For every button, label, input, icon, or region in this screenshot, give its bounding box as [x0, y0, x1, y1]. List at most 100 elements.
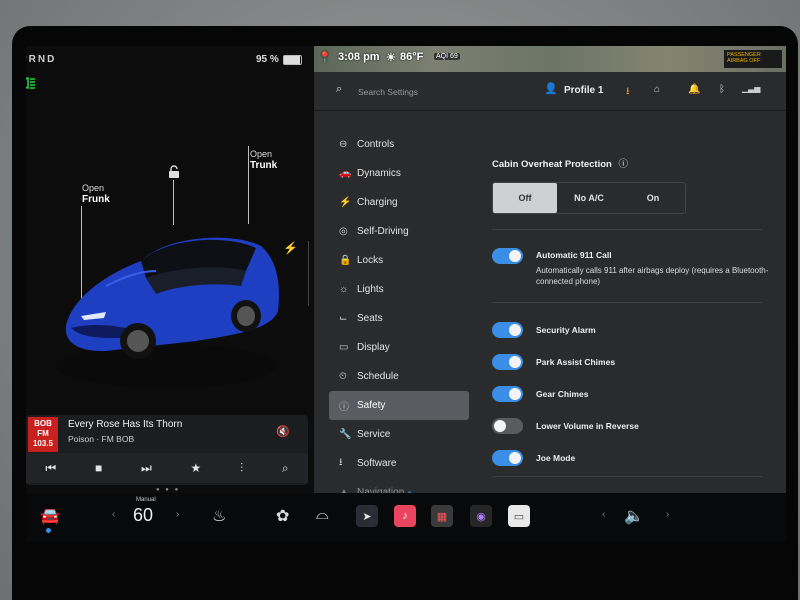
lower-volume-in-reverse-label: Lower Volume in Reverse [536, 421, 639, 431]
battery-percent: 95 % [256, 54, 279, 65]
fan-icon[interactable]: ✿ [276, 506, 289, 526]
unlock-icon[interactable] [167, 165, 181, 182]
menu-item-label: Schedule [357, 371, 399, 382]
menu-item-safety[interactable]: ⓘ Safety [329, 391, 469, 420]
clock-icon: ⏲ [339, 371, 347, 382]
menu-item-label: Service [357, 429, 391, 440]
volume-up-chevron[interactable]: › [666, 509, 669, 520]
pin-icon: 📍 [318, 52, 332, 64]
joe-mode-toggle[interactable] [492, 450, 523, 466]
temperature-setting[interactable]: 60 [133, 505, 153, 526]
toggle-knob [509, 452, 521, 464]
toggle-knob [509, 356, 521, 368]
cabin-option-on[interactable]: On [621, 183, 685, 213]
homelink-icon[interactable]: ⌂ [654, 84, 660, 95]
toggle-knob [509, 324, 521, 336]
steering-wheel-icon: ◎ [339, 226, 348, 237]
menu-item-label: Lights [357, 284, 384, 295]
frunk-open-label: Open [82, 183, 105, 193]
menu-item-label: Locks [357, 255, 384, 266]
menu-item-controls[interactable]: ⊖ Controls [329, 130, 469, 159]
menu-item-seats[interactable]: ⌙ Seats [329, 304, 469, 333]
menu-item-service[interactable]: 🔧 Service [329, 420, 469, 449]
menu-item-locks[interactable]: 🔒 Locks [329, 246, 469, 275]
menu-item-schedule[interactable]: ⏲ Schedule [329, 362, 469, 391]
menu-item-dynamics[interactable]: 🚗 Dynamics [329, 159, 469, 188]
temp-up-chevron[interactable]: › [176, 509, 179, 520]
download-update-icon[interactable]: ⭳ [626, 84, 630, 101]
open-trunk-button[interactable]: Open Trunk [250, 148, 277, 172]
seat-icon: ⌙ [339, 313, 348, 324]
lte-signal-icon: ▁▃▅ [742, 84, 761, 93]
bottom-dock: 🚘 ‹ Manual 60 › ♨ ✿ ⌓ ➤ ♪ ▦ ◉ ▭ ‹ 🔈 › [26, 493, 786, 541]
mute-icon[interactable]: 🔇 [276, 425, 290, 438]
song-title: Every Rose Has Its Thorn [68, 419, 183, 430]
toggle-knob [494, 420, 506, 432]
header-divider [314, 110, 786, 111]
wrench-icon: 🔧 [339, 429, 352, 440]
search-settings-input[interactable] [356, 84, 490, 100]
stop-icon[interactable]: ■ [95, 461, 102, 475]
map-status-bar: 📍 3:08 pm ☀ 86°F AQI 69 PASSENGER AIRBAG… [314, 46, 786, 72]
trunk-pointer-line [248, 146, 249, 224]
lock-icon: 🔒 [339, 255, 352, 266]
favorite-star-icon[interactable]: ★ [191, 461, 202, 475]
menu-item-software[interactable]: ⭳ Software [329, 449, 469, 478]
equalizer-icon[interactable]: ⫶ [240, 461, 243, 476]
menu-item-lights[interactable]: ☼ Lights [329, 275, 469, 304]
passenger-airbag-status: PASSENGER AIRBAG OFF [724, 50, 782, 68]
menu-item-display[interactable]: ▭ Display [329, 333, 469, 362]
section-divider [492, 229, 762, 230]
menu-item-label: Display [357, 342, 390, 353]
settings-panel: 📍 3:08 pm ☀ 86°F AQI 69 PASSENGER AIRBAG… [314, 46, 786, 498]
media-player[interactable]: BOB FM 103.5 Every Rose Has Its Thorn Po… [26, 415, 308, 485]
volume-icon[interactable]: 🔈 [624, 506, 644, 526]
search-media-icon[interactable]: ⌕ [282, 461, 289, 476]
cabin-option-off[interactable]: Off [493, 183, 557, 213]
outside-temp: 86°F [400, 51, 424, 63]
notes-app-icon[interactable]: ▭ [508, 505, 530, 527]
toggle-knob [509, 388, 521, 400]
profile-name[interactable]: Profile 1 [564, 85, 603, 96]
park-assist-chimes-toggle[interactable] [492, 354, 523, 370]
security-alarm-toggle[interactable] [492, 322, 523, 338]
windshield-defrost-icon[interactable]: ⌓ [316, 506, 329, 524]
navigation-app-icon[interactable]: ➤ [356, 505, 378, 527]
apps-launcher-icon[interactable]: ▦ [431, 505, 453, 527]
car-icon: 🚗 [339, 168, 352, 179]
safety-content: Cabin Overheat Protection ⓘ [492, 156, 762, 170]
joe-mode-label: Joe Mode [536, 453, 576, 463]
bluetooth-icon[interactable]: ᛒ [719, 84, 725, 95]
toggle-knob [509, 250, 521, 262]
battery-fill [284, 56, 301, 64]
lower-volume-in-reverse-toggle[interactable] [492, 418, 523, 434]
gear-chimes-toggle[interactable] [492, 386, 523, 402]
menu-item-label: Seats [357, 313, 383, 324]
cabin-option-no-a-c[interactable]: No A/C [557, 183, 621, 213]
sun-icon: ☼ [339, 284, 349, 295]
media-controls: ⏮ ■ ⏭ ★ ⫶ ⌕ [26, 453, 308, 483]
clock-time: 3:08 pm [338, 51, 380, 63]
section-divider [492, 302, 762, 303]
panel-divider [308, 241, 309, 306]
volume-down-chevron[interactable]: ‹ [602, 509, 605, 520]
station-logo: BOB FM 103.5 [28, 417, 58, 452]
bell-icon[interactable]: 🔔 [688, 84, 700, 95]
info-icon: ⓘ [339, 402, 349, 413]
music-app-icon[interactable]: ♪ [394, 505, 416, 527]
download-icon: ⭳ [339, 457, 343, 468]
automatic-911-toggle[interactable] [492, 248, 523, 264]
menu-item-self-driving[interactable]: ◎ Self-Driving [329, 217, 469, 246]
info-icon[interactable]: ⓘ [618, 159, 628, 170]
temp-down-chevron[interactable]: ‹ [112, 509, 115, 520]
battery-icon [283, 55, 302, 65]
seat-heater-icon[interactable]: ♨ [212, 506, 226, 526]
open-frunk-button[interactable]: Open Frunk [82, 182, 110, 206]
car-icon[interactable]: 🚘 [40, 506, 60, 526]
menu-item-charging[interactable]: ⚡ Charging [329, 188, 469, 217]
next-track-icon[interactable]: ⏭ [141, 461, 152, 476]
profile-icon[interactable]: 👤 [544, 82, 558, 95]
previous-track-icon[interactable]: ⏮ [45, 461, 56, 476]
camera-app-icon[interactable]: ◉ [470, 505, 492, 527]
gear-indicator: PRND [26, 54, 57, 65]
